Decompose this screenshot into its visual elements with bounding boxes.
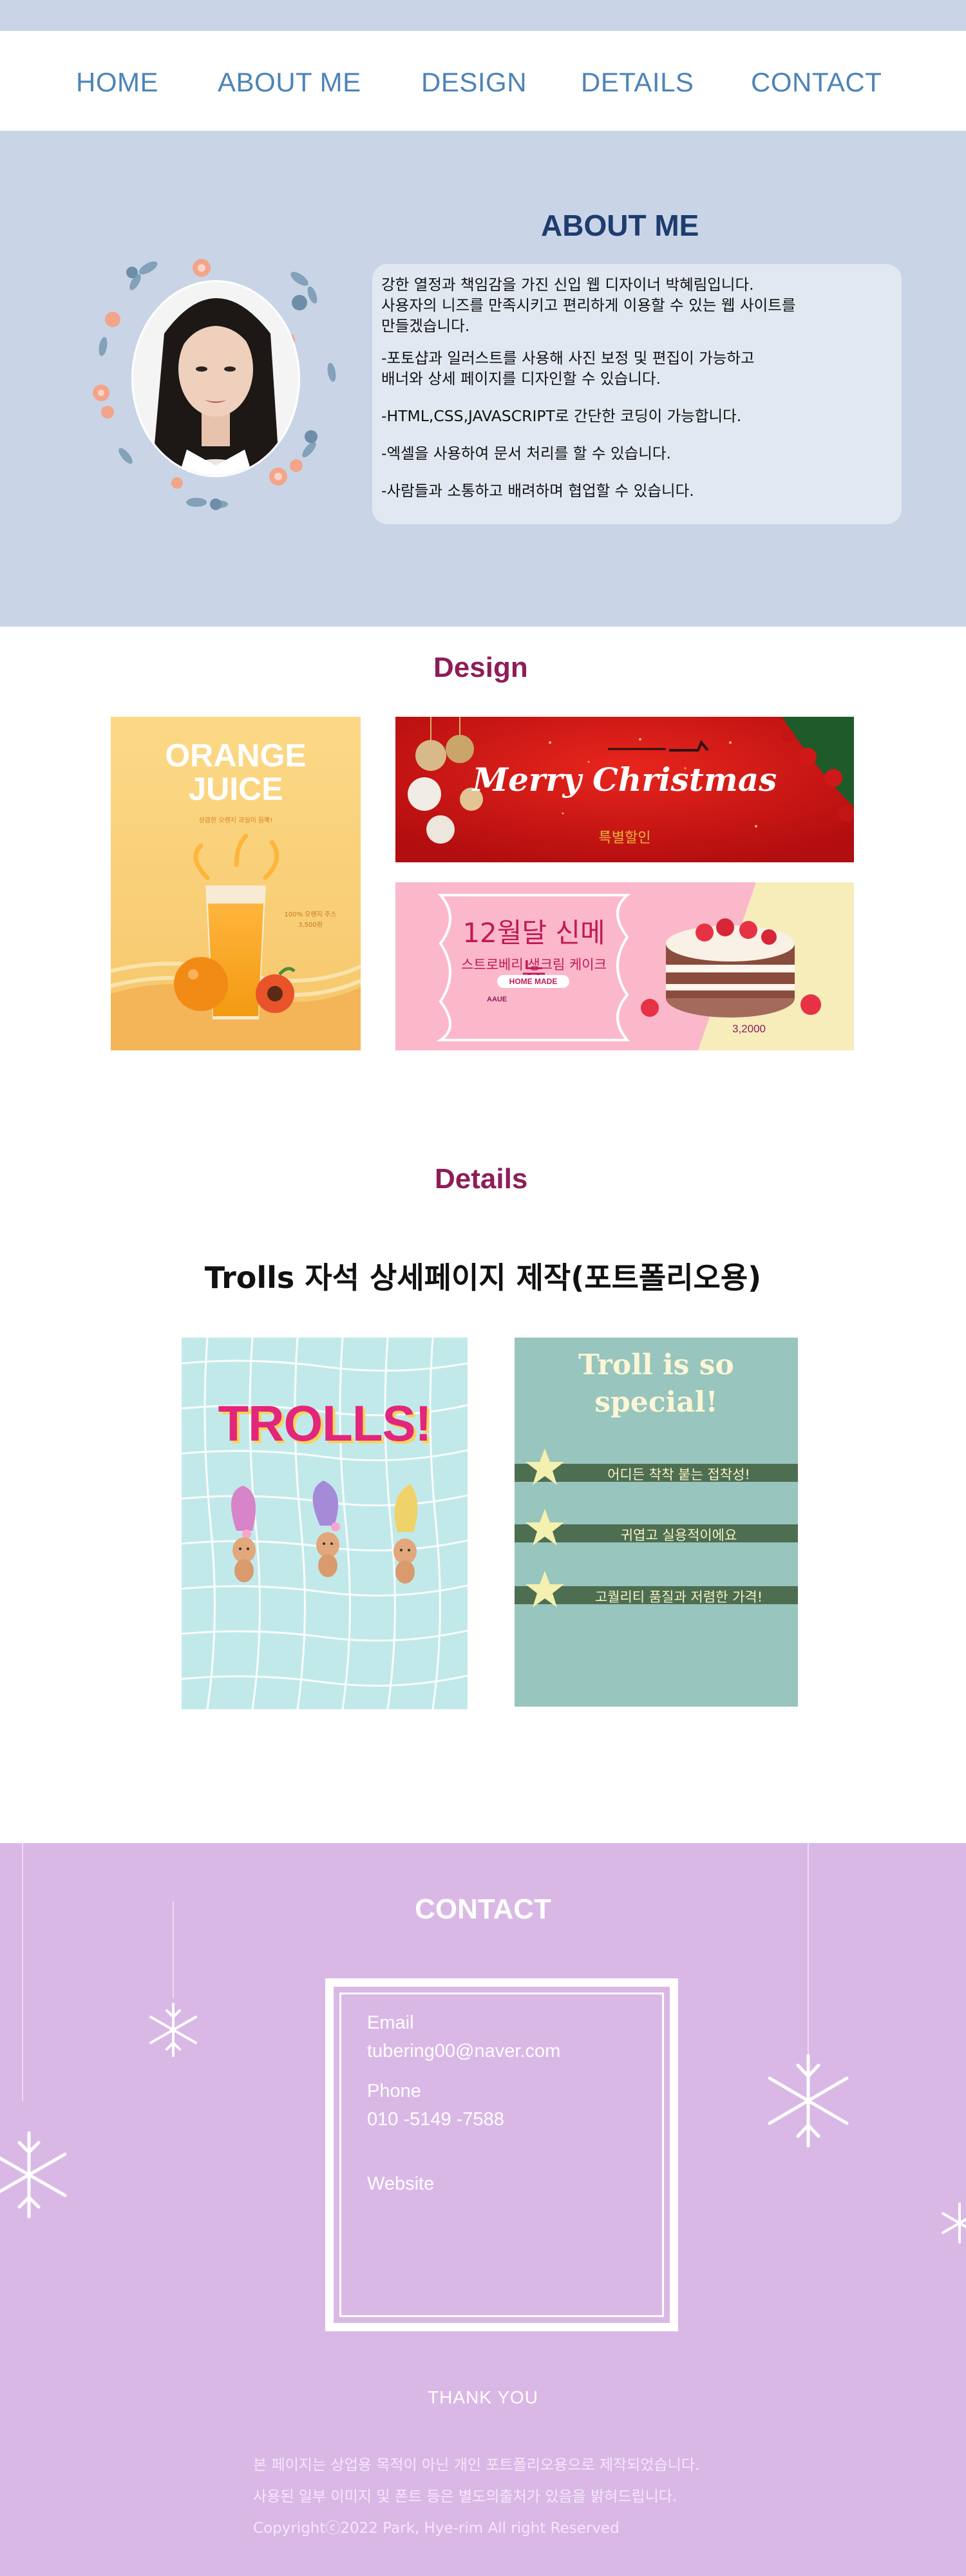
- snowflake-icon: [942, 2202, 966, 2244]
- cake-brand: AAUE: [487, 996, 507, 1003]
- nav-item-details[interactable]: DETAILS: [581, 67, 694, 98]
- nav-item-design[interactable]: DESIGN: [421, 67, 527, 98]
- trolls-card-art: [182, 1338, 468, 1709]
- about-section: ABOUT ME 강한 열정과 책임감을 가진 신입 웹 디자이너 박혜림입니다…: [0, 131, 966, 627]
- about-title: ABOUT ME: [541, 209, 699, 242]
- top-navigation: HOME ABOUT ME DESIGN DETAILS CONTACT: [0, 31, 966, 131]
- footer-copyright: Copyrightⓒ2022 Park, Hye-rim All right R…: [253, 2520, 620, 2537]
- website-label[interactable]: Website: [367, 2174, 434, 2195]
- special-title-line1: Troll is so: [578, 1349, 734, 1381]
- snowflake-icon: [0, 1843, 67, 2219]
- design-title: Design: [433, 652, 528, 683]
- christmas-banner-sub: 특별할인: [598, 830, 651, 846]
- nav-item-home[interactable]: HOME: [76, 67, 158, 98]
- troll-special-card[interactable]: Troll is so special! 어디든 착착 붙는 접착성! 귀엽고 …: [515, 1338, 798, 1707]
- thank-you-text: THANK YOU: [428, 2387, 538, 2407]
- nav-item-about-me[interactable]: ABOUT ME: [218, 67, 361, 98]
- about-skill-coding: -HTML,CSS,JAVASCRIPT로 간단한 코딩이 가능합니다.: [381, 407, 742, 425]
- special-point-2: 귀엽고 실용적이에요: [620, 1528, 737, 1543]
- trolls-detail-card[interactable]: TROLLS!: [182, 1338, 468, 1709]
- cake-homemade-badge: HOME MADE: [497, 975, 569, 988]
- juice-detail-2: 3,500원: [298, 922, 323, 929]
- orange-juice-poster[interactable]: ORANGE JUICE 상큼한 오렌지 과일이 듬뿍! 100% 오렌지 주스…: [111, 717, 361, 1050]
- juice-tagline: 상큼한 오렌지 과일이 듬뿍!: [198, 817, 273, 824]
- snowflake-icon: [149, 1901, 197, 2057]
- about-description-box: 강한 열정과 책임감을 가진 신입 웹 디자이너 박혜림입니다. 사용자의 니즈…: [372, 264, 902, 524]
- star-icon: [526, 1509, 564, 1546]
- contact-section: CONTACT Email tubering00@naver.com Phone…: [0, 1843, 966, 2576]
- star-icon: [526, 1571, 564, 1607]
- christmas-banner[interactable]: Merry Christmas 특별할인: [395, 717, 854, 862]
- phone-label: Phone: [367, 2081, 421, 2101]
- top-strip: [0, 0, 966, 31]
- details-title: Details: [435, 1163, 528, 1195]
- profile-photo: [93, 259, 336, 510]
- special-title-line2: special!: [594, 1386, 718, 1419]
- phone-number[interactable]: 010 -5149 -7588: [367, 2109, 504, 2130]
- juice-detail-1: 100% 오렌지 주스: [284, 911, 337, 918]
- contact-card: Email tubering00@naver.com Phone 010 -51…: [325, 1978, 678, 2331]
- nav-item-contact[interactable]: CONTACT: [751, 67, 882, 98]
- star-icon: [526, 1448, 564, 1485]
- snowflake-icon: [768, 1843, 849, 2148]
- cake-menu-banner[interactable]: 12월달 신메뉴 스트로베리 생크림 케이크 HOME MADE AAUE 3,…: [395, 882, 854, 1050]
- trolls-card-title: TROLLS!: [218, 1395, 432, 1452]
- christmas-banner-text: Merry Christmas: [472, 761, 777, 799]
- juice-title-line2: JUICE: [188, 771, 283, 807]
- email-link[interactable]: tubering00@naver.com: [367, 2041, 560, 2062]
- juice-title-line1: ORANGE: [165, 737, 307, 773]
- cake-price: 3,2000: [732, 1023, 766, 1035]
- footer-notice-1: 본 페이지는 상업용 목적이 아닌 개인 포트폴리오용으로 제작되었습니다.: [253, 2457, 700, 2474]
- details-subtitle: Trolls 자석 상세페이지 제작(포트폴리오용): [204, 1260, 762, 1295]
- cake-banner-subtitle: 스트로베리 생크림 케이크: [461, 957, 607, 972]
- special-point-1: 어디든 착착 붙는 접착성!: [607, 1467, 750, 1482]
- footer-notice-2: 사용된 일부 이미지 및 폰트 등은 별도의출처가 있음을 밝혀드립니다.: [253, 2488, 677, 2505]
- about-skill-excel: -엑셀을 사용하여 문서 처리를 할 수 있습니다.: [381, 444, 671, 462]
- about-skill-design: -포토샵과 일러스트를 사용해 사진 보정 및 편집이 가능하고 배너와 상세 …: [381, 349, 755, 388]
- email-label: Email: [367, 2012, 414, 2033]
- about-skill-teamwork: -사람들과 소통하고 배려하며 협업할 수 있습니다.: [381, 482, 694, 500]
- special-point-3: 고퀄리티 품질과 저렴한 가격!: [594, 1589, 763, 1605]
- about-intro-text: 강한 열정과 책임감을 가진 신입 웹 디자이너 박혜림입니다. 사용자의 니즈…: [381, 276, 796, 335]
